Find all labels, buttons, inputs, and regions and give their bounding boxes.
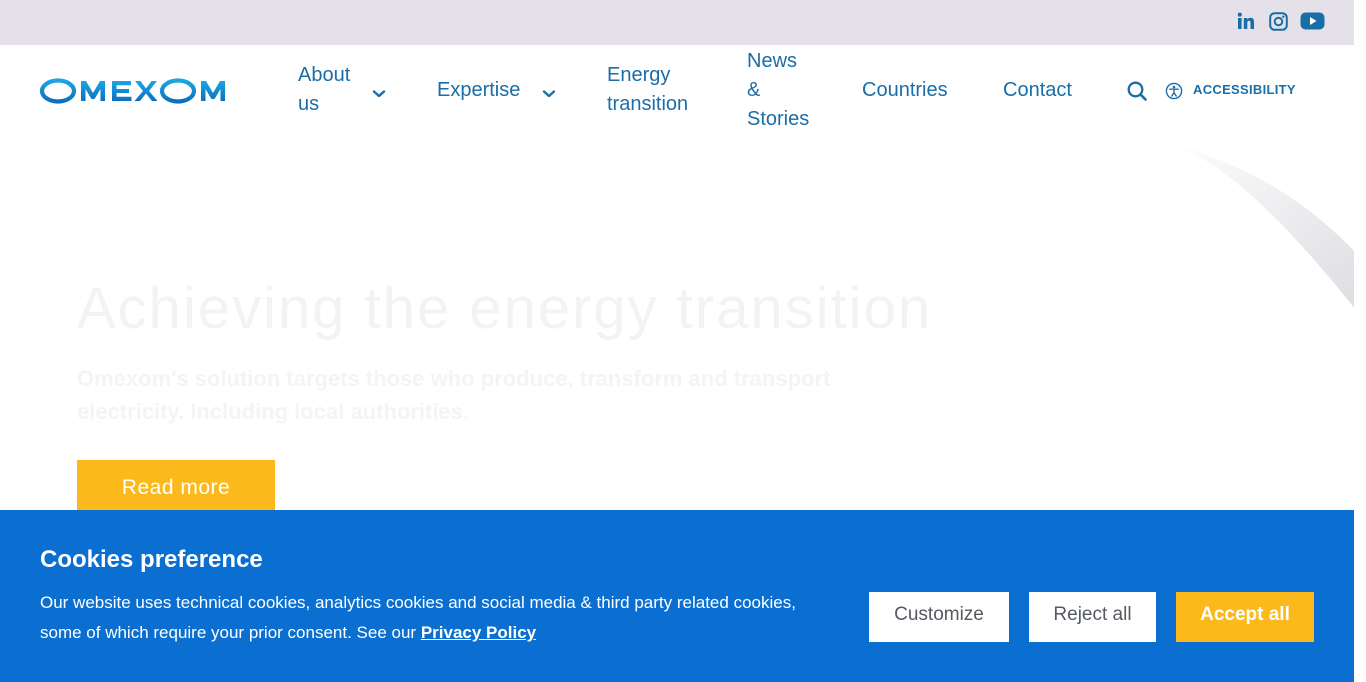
nav-news-stories[interactable]: News & Stories [747, 47, 809, 134]
social-bar [0, 0, 1354, 45]
accessibility-icon[interactable] [1165, 82, 1183, 100]
cookie-banner: Cookies preference Our website uses tech… [0, 510, 1354, 682]
logo-wordmark [39, 78, 225, 104]
search-icon[interactable] [1126, 80, 1148, 102]
nav-contact-label: Contact [1003, 79, 1072, 101]
scrollbar[interactable] [1354, 0, 1366, 682]
reject-all-button[interactable]: Reject all [1029, 592, 1156, 642]
cookie-description: Our website uses technical cookies, anal… [40, 588, 830, 648]
nav-news-label: News & Stories [747, 50, 810, 130]
nav-about[interactable]: About us [298, 61, 358, 119]
linkedin-icon[interactable] [1236, 10, 1256, 32]
cookie-title: Cookies preference [40, 546, 263, 573]
instagram-icon[interactable] [1268, 10, 1288, 32]
hero-banner: Achieving the energy transition Omexom's… [0, 140, 1354, 510]
privacy-policy-link[interactable]: Privacy Policy [421, 623, 536, 642]
nav-expertise[interactable]: Expertise [437, 76, 520, 105]
chevron-down-icon[interactable] [542, 89, 556, 99]
customize-button[interactable]: Customize [869, 592, 1009, 642]
nav-energy-transition[interactable]: Energy transition [607, 61, 702, 119]
youtube-icon[interactable] [1300, 10, 1325, 32]
site-header: About us Expertise Energy transition New… [0, 45, 1354, 140]
nav-about-label: About us [298, 64, 351, 115]
nav-countries[interactable]: Countries [862, 76, 948, 105]
nav-countries-label: Countries [862, 79, 948, 101]
decorative-swoosh [1160, 140, 1354, 308]
nav-contact[interactable]: Contact [1003, 76, 1072, 105]
hero-title: Achieving the energy transition [77, 276, 933, 341]
hero-subtitle: Omexom's solution targets those who prod… [77, 366, 831, 424]
cookie-text: Our website uses technical cookies, anal… [40, 593, 796, 642]
accessibility-button[interactable]: ACCESSIBILITY [1193, 81, 1296, 99]
accept-all-button[interactable]: Accept all [1176, 592, 1314, 642]
chevron-down-icon[interactable] [372, 89, 386, 99]
read-more-button[interactable]: Read more [77, 460, 275, 510]
nav-expertise-label: Expertise [437, 79, 521, 101]
omexom-logo[interactable] [39, 78, 250, 104]
nav-energy-label: Energy transition [607, 64, 689, 115]
